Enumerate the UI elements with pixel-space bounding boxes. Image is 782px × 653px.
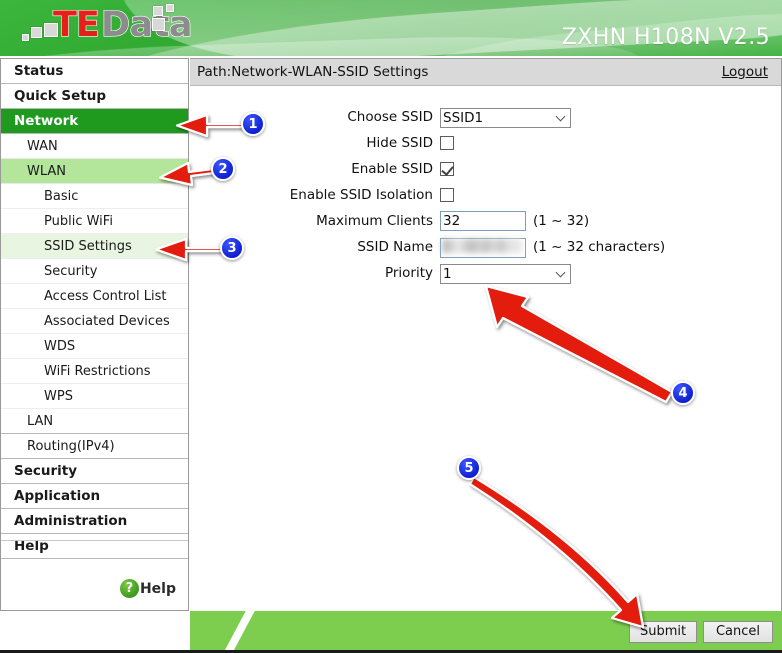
priority-select-wrapper: 1234 — [440, 263, 571, 284]
sidebar-item-wps[interactable]: WPS — [1, 384, 188, 409]
router-admin-page: TE Data ZXHN H108N V2.5 Status Quick Setu… — [0, 0, 782, 653]
sidebar-item-access-control-list[interactable]: Access Control List — [1, 284, 188, 309]
ssid-name-input-wrapper — [440, 237, 526, 258]
logo-data-text: Data — [100, 4, 193, 45]
sidebar-menu-list: Status Quick Setup Network WAN WLAN Basic Publ… — [1, 59, 188, 559]
annotation-badge-2: 2 — [211, 157, 235, 181]
sidebar-item-label: Public WiFi — [44, 214, 113, 229]
sidebar-help-zone: ? Help — [1, 540, 188, 610]
sidebar-item-label: Security — [14, 463, 78, 479]
form-row-ssid-name: SSID Name (1 ~ 32 characters) — [190, 234, 781, 260]
breadcrumb-path: Path:Network-WLAN-SSID Settings — [197, 64, 429, 80]
sidebar-item-status[interactable]: Status — [1, 59, 188, 84]
sidebar-item-wifi-restrictions[interactable]: WiFi Restrictions — [1, 359, 188, 384]
sidebar-item-application[interactable]: Application — [1, 484, 188, 509]
sidebar-item-ssid-settings[interactable]: SSID Settings — [1, 234, 188, 259]
max-clients-input[interactable] — [440, 211, 526, 231]
cancel-button[interactable]: Cancel — [703, 621, 773, 643]
sidebar-navigation: Status Quick Setup Network WAN WLAN Basic Publ… — [0, 58, 189, 611]
annotation-badge-1: 1 — [241, 112, 265, 136]
sidebar-item-wds[interactable]: WDS — [1, 334, 188, 359]
logo-square-icon — [31, 27, 42, 38]
choose-ssid-select[interactable]: SSID1SSID2SSID3SSID4 — [440, 107, 571, 128]
submit-button[interactable]: Submit — [629, 621, 697, 643]
max-clients-hint: (1 ~ 32) — [533, 213, 590, 229]
sidebar-item-label: Administration — [14, 513, 128, 529]
help-button[interactable]: ? Help — [119, 579, 176, 598]
te-data-logo: TE Data — [20, 4, 200, 50]
breadcrumb-bar: Path:Network-WLAN-SSID Settings Logout — [190, 59, 781, 86]
sidebar-item-administration[interactable]: Administration — [1, 509, 188, 534]
sidebar-item-security[interactable]: Security — [1, 459, 188, 484]
sidebar-item-label: Network — [14, 113, 79, 129]
enable-ssid-checkbox[interactable] — [440, 162, 454, 176]
ssid-name-input[interactable] — [440, 237, 526, 258]
hide-ssid-label: Hide SSID — [366, 135, 433, 151]
sidebar-item-network[interactable]: Network — [1, 109, 188, 134]
logo-te-text: TE — [52, 4, 100, 45]
sidebar-item-public-wifi[interactable]: Public WiFi — [1, 209, 188, 234]
sidebar-item-label: WPS — [44, 389, 73, 404]
logo-square-icon — [152, 18, 165, 31]
sidebar-item-label: Quick Setup — [14, 88, 107, 104]
choose-ssid-label: Choose SSID — [347, 109, 433, 125]
annotation-badge-4: 4 — [671, 381, 695, 405]
form-row-enable-ssid: Enable SSID — [190, 156, 781, 182]
sidebar-item-label: LAN — [27, 414, 54, 429]
form-row-max-clients: Maximum Clients (1 ~ 32) — [190, 208, 781, 234]
sidebar-item-label: WLAN — [27, 164, 67, 179]
main-content-panel: Path:Network-WLAN-SSID Settings Logout C… — [190, 58, 782, 611]
max-clients-label: Maximum Clients — [316, 213, 433, 229]
sidebar-item-associated-devices[interactable]: Associated Devices — [1, 309, 188, 334]
sidebar-item-security[interactable]: Security — [1, 259, 188, 284]
annotation-badge-3: 3 — [220, 236, 244, 260]
form-row-priority: Priority 1234 — [190, 260, 781, 286]
sidebar-item-label: Status — [14, 63, 64, 79]
sidebar-item-quick-setup[interactable]: Quick Setup — [1, 84, 188, 109]
sidebar-item-basic[interactable]: Basic — [1, 184, 188, 209]
choose-ssid-select-wrapper: SSID1SSID2SSID3SSID4 — [440, 107, 571, 128]
sidebar-item-label: Security — [44, 264, 98, 279]
logo-square-icon — [153, 6, 163, 16]
sidebar-item-routing-ipv4[interactable]: Routing(IPv4) — [1, 434, 188, 459]
ssid-name-hint: (1 ~ 32 characters) — [533, 239, 666, 255]
sidebar-item-label: WDS — [44, 339, 76, 354]
sidebar-item-label: SSID Settings — [44, 239, 132, 254]
form-row-ssid-isolation: Enable SSID Isolation — [190, 182, 781, 208]
form-row-hide-ssid: Hide SSID — [190, 130, 781, 156]
sidebar-item-label: Access Control List — [44, 289, 167, 304]
logo-square-icon — [166, 4, 174, 12]
logo-square-icon — [22, 34, 29, 41]
ssid-isolation-label: Enable SSID Isolation — [289, 187, 433, 203]
sidebar-item-label: Basic — [44, 189, 79, 204]
ssid-settings-form: Choose SSID SSID1SSID2SSID3SSID4 Hide SS… — [190, 86, 781, 286]
priority-label: Priority — [384, 265, 433, 281]
priority-select[interactable]: 1234 — [440, 263, 571, 284]
sidebar-item-label: Routing(IPv4) — [27, 439, 115, 454]
sidebar-item-wlan[interactable]: WLAN — [1, 159, 188, 184]
form-row-choose-ssid: Choose SSID SSID1SSID2SSID3SSID4 — [190, 104, 781, 130]
annotation-badge-5: 5 — [457, 456, 481, 480]
sidebar-item-label: Application — [14, 488, 101, 504]
sidebar-item-wan[interactable]: WAN — [1, 134, 188, 159]
device-model-title: ZXHN H108N V2.5 — [561, 25, 770, 50]
page-header: TE Data ZXHN H108N V2.5 — [0, 0, 782, 56]
sidebar-item-label: WAN — [27, 139, 58, 154]
help-button-label: Help — [139, 580, 176, 597]
hide-ssid-checkbox[interactable] — [440, 136, 454, 150]
sidebar-item-label: WiFi Restrictions — [44, 364, 151, 379]
sidebar-item-label: Associated Devices — [44, 314, 170, 329]
question-mark-icon: ? — [119, 579, 139, 598]
sidebar-item-lan[interactable]: LAN — [1, 409, 188, 434]
logout-link[interactable]: Logout — [722, 64, 771, 80]
page-footer: Submit Cancel — [190, 611, 782, 650]
ssid-isolation-checkbox[interactable] — [440, 188, 454, 202]
